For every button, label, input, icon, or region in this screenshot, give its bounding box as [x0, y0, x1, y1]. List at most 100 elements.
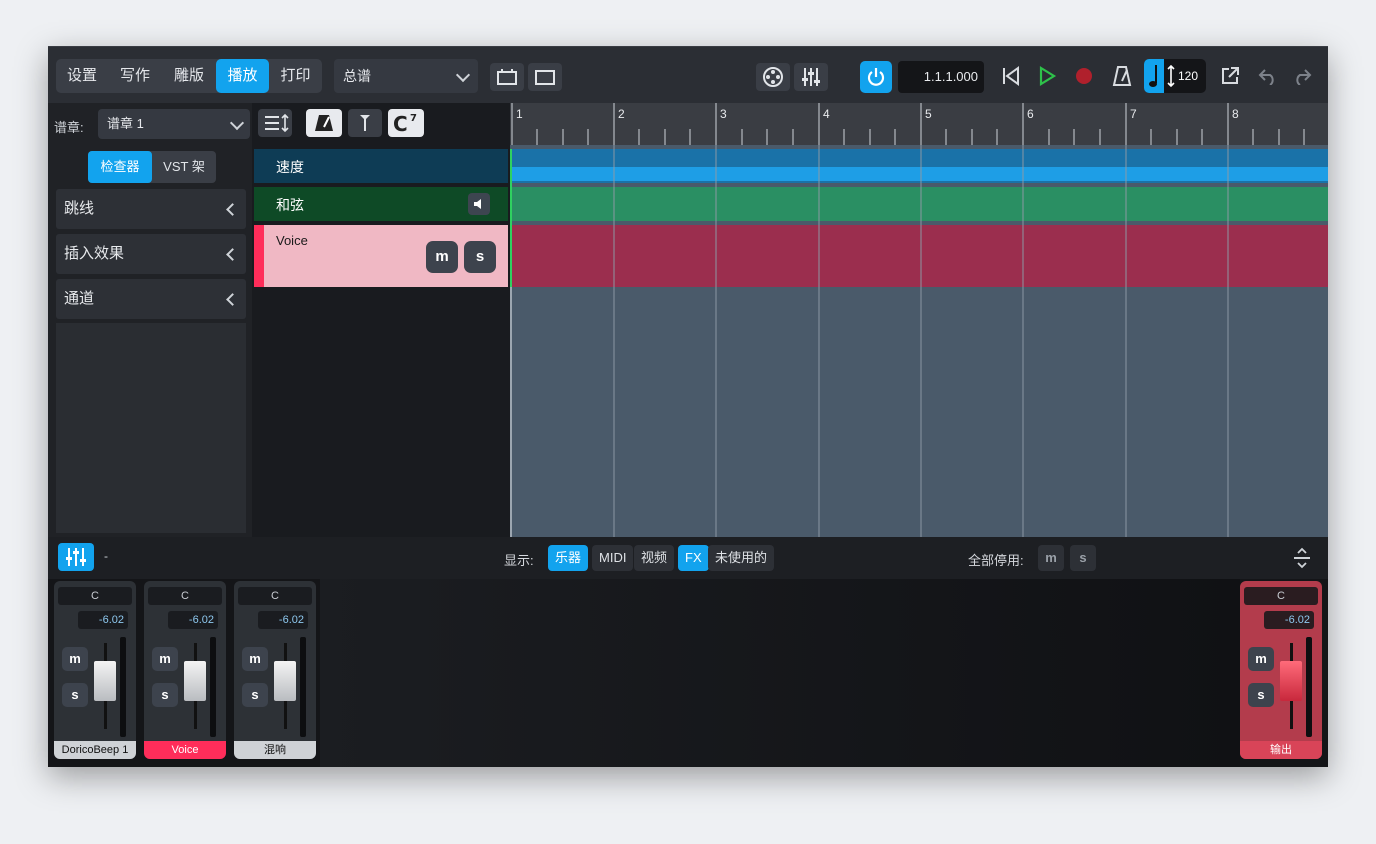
ruler-ticks: [511, 103, 1305, 145]
layout-select[interactable]: 总谱: [334, 59, 478, 93]
chord-track-header[interactable]: 和弦: [254, 187, 508, 221]
volume-readout[interactable]: -6.02: [1264, 611, 1314, 629]
strip-mute-button[interactable]: m: [1248, 647, 1274, 671]
chevron-left-icon: [226, 293, 239, 306]
section-routing[interactable]: 跳线: [56, 189, 246, 229]
tempo-curve: [510, 167, 1328, 181]
volume-fader[interactable]: [274, 661, 296, 701]
undo-icon: [1258, 69, 1274, 86]
section-routing-label: 跳线: [64, 200, 95, 217]
tempo-track-header[interactable]: 速度: [254, 149, 508, 183]
show-label: 显示:: [504, 553, 534, 568]
mixer-sliders-icon: [66, 548, 86, 566]
chord-audition-button[interactable]: [468, 193, 490, 215]
voice-solo-button[interactable]: s: [464, 241, 496, 273]
section-channel-label: 通道: [64, 290, 95, 307]
voice-mute-button[interactable]: m: [426, 241, 458, 273]
track-list-button[interactable]: [258, 109, 292, 137]
mode-play-button[interactable]: 播放: [216, 59, 269, 93]
resize-vertical-icon: [1294, 547, 1310, 569]
window-mode-button[interactable]: [528, 63, 562, 91]
flow-select-value: 谱章 1: [107, 116, 144, 131]
toolbar: 设置 写作 雕版 播放 打印 总谱 1.1.1.000 120: [48, 47, 1328, 103]
redo-button[interactable]: [1292, 67, 1312, 90]
strip-solo-button[interactable]: s: [242, 683, 268, 707]
filter-unused[interactable]: 未使用的: [708, 545, 775, 571]
up-down-arrow-icon: [1167, 65, 1175, 87]
undo-button[interactable]: [1258, 67, 1278, 90]
volume-readout[interactable]: -6.02: [168, 611, 218, 629]
mode-setup-button[interactable]: 设置: [56, 59, 108, 93]
volume-readout[interactable]: -6.02: [258, 611, 308, 629]
engine-power-button[interactable]: [860, 61, 892, 93]
channel-strip-output: C -6.02 m s 输出: [1240, 581, 1322, 759]
channel-strip-dorico-beep: C -6.02 m s DoricoBeep 1: [54, 581, 136, 759]
strip-solo-button[interactable]: s: [152, 683, 178, 707]
volume-fader[interactable]: [184, 661, 206, 701]
rewind-to-start-button[interactable]: [1000, 65, 1022, 92]
mode-print-button[interactable]: 打印: [269, 59, 322, 93]
chord-track-label: 和弦: [276, 197, 304, 213]
section-inserts-label: 插入效果: [64, 245, 125, 262]
mode-engrave-button[interactable]: 雕版: [162, 59, 216, 93]
voice-track-header[interactable]: Voice m s: [254, 225, 508, 287]
mixer-dash: -: [104, 549, 108, 563]
speaker-icon: [474, 199, 481, 209]
tab-inspector[interactable]: 检查器: [88, 151, 152, 183]
ruler[interactable]: 1 2 3 4 5 6 7 8: [510, 103, 1328, 145]
mixer-window-button[interactable]: [794, 63, 828, 91]
filter-instruments[interactable]: 乐器: [548, 545, 589, 571]
tempo-mode-toggle[interactable]: [1144, 59, 1164, 93]
pan-control[interactable]: C: [1244, 587, 1318, 605]
new-tab-button[interactable]: [490, 63, 524, 91]
disable-all-mute-button[interactable]: m: [1038, 545, 1064, 571]
filter-video[interactable]: 视频: [634, 545, 675, 571]
pan-control[interactable]: C: [238, 587, 312, 605]
strip-solo-button[interactable]: s: [1248, 683, 1274, 707]
dorico-window: 设置 写作 雕版 播放 打印 总谱 1.1.1.000 120 谱章: 谱章 1…: [48, 46, 1328, 767]
filter-fx[interactable]: FX: [678, 545, 709, 571]
pan-control[interactable]: C: [58, 587, 132, 605]
window-icon: [535, 70, 555, 85]
tab-vst-rack[interactable]: VST 架: [152, 151, 216, 183]
volume-fader[interactable]: [1280, 661, 1302, 701]
strip-mute-button[interactable]: m: [62, 647, 88, 671]
level-meter: [300, 637, 306, 737]
chord-track-button[interactable]: C7: [388, 109, 424, 137]
strip-mute-button[interactable]: m: [152, 647, 178, 671]
channel-strip-voice: C -6.02 m s Voice: [144, 581, 226, 759]
volume-fader[interactable]: [94, 661, 116, 701]
section-inserts[interactable]: 插入效果: [56, 234, 246, 274]
mode-write-button[interactable]: 写作: [108, 59, 162, 93]
flow-select[interactable]: 谱章 1: [98, 109, 250, 139]
click-toggle-button[interactable]: [1112, 65, 1132, 92]
tempo-control[interactable]: 120: [1144, 59, 1206, 93]
track-tools: C7: [254, 103, 510, 147]
mixer-height-button[interactable]: [1292, 547, 1312, 574]
section-channel[interactable]: 通道: [56, 279, 246, 319]
strip-mute-button[interactable]: m: [242, 647, 268, 671]
record-icon: [1076, 68, 1092, 84]
voice-lane[interactable]: [510, 225, 1328, 287]
level-meter: [120, 637, 126, 737]
record-button[interactable]: [1074, 66, 1094, 91]
volume-readout[interactable]: -6.02: [78, 611, 128, 629]
pan-control[interactable]: C: [148, 587, 222, 605]
timeline[interactable]: 1 2 3 4 5 6 7 8: [510, 103, 1328, 537]
ruler-bar-6: 6: [1027, 107, 1034, 121]
mixer-toggle-button[interactable]: [58, 543, 94, 571]
video-button[interactable]: [756, 63, 790, 91]
marker-track-button[interactable]: [348, 109, 382, 137]
play-button[interactable]: [1036, 65, 1058, 92]
chord-lane[interactable]: [510, 187, 1328, 221]
chevron-down-icon: [229, 115, 245, 131]
tempo-lane[interactable]: [510, 149, 1328, 183]
power-icon: [867, 68, 885, 86]
open-external-button[interactable]: [1220, 66, 1240, 91]
filter-midi[interactable]: MIDI: [592, 545, 634, 571]
disable-all-solo-button[interactable]: s: [1070, 545, 1096, 571]
svg-text:7: 7: [410, 113, 417, 124]
click-track-button[interactable]: [306, 109, 342, 137]
strip-name: DoricoBeep 1: [54, 741, 136, 759]
strip-solo-button[interactable]: s: [62, 683, 88, 707]
